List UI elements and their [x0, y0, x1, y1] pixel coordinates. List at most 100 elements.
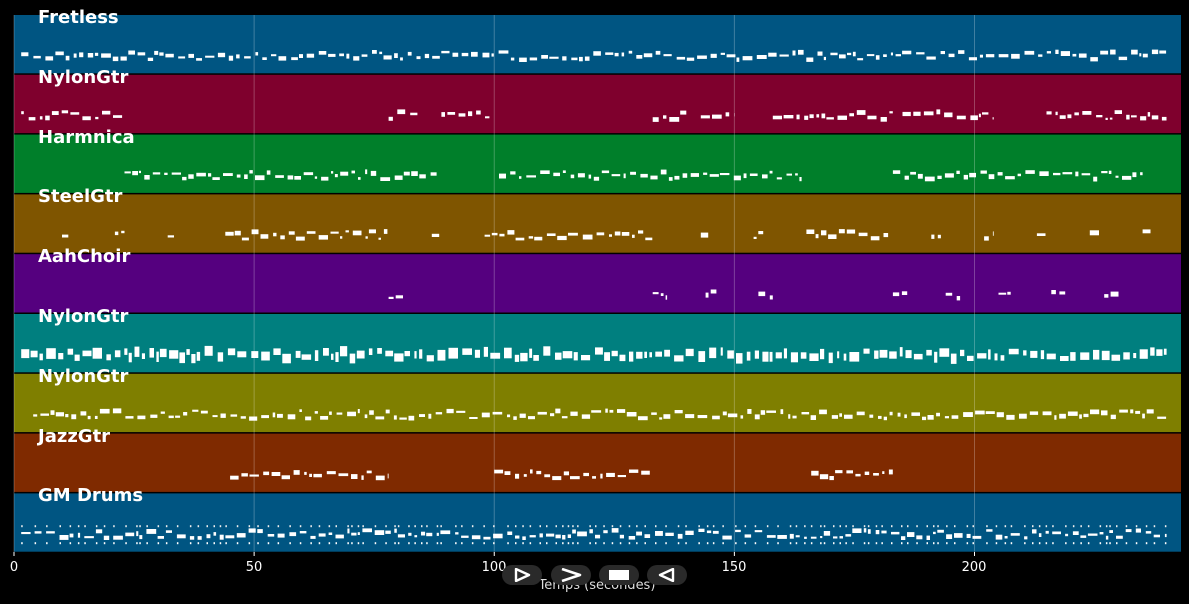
note [33, 414, 38, 417]
note [996, 412, 1004, 418]
note [374, 530, 385, 535]
note [562, 535, 566, 540]
note [1135, 528, 1141, 533]
note [1025, 170, 1035, 174]
note [867, 542, 870, 545]
note [727, 413, 738, 418]
note [839, 536, 843, 539]
note [183, 412, 188, 416]
note [103, 525, 106, 528]
note [645, 237, 653, 241]
note [623, 173, 626, 179]
note [1115, 175, 1119, 178]
track-lane [14, 134, 1181, 193]
note [838, 229, 845, 234]
track-label: Fretless [38, 7, 119, 28]
note [150, 414, 158, 418]
note [217, 52, 226, 58]
note [754, 525, 757, 528]
note [310, 535, 316, 539]
note [828, 352, 833, 364]
track-lane [14, 194, 1181, 253]
note [839, 54, 846, 59]
note [419, 349, 423, 359]
note [175, 415, 181, 418]
note [655, 50, 661, 55]
note [988, 174, 995, 180]
note [176, 525, 179, 528]
note [234, 230, 241, 236]
rewind-button[interactable] [647, 565, 687, 585]
note [611, 174, 621, 177]
note [1038, 533, 1042, 537]
note [1104, 294, 1109, 298]
note [273, 348, 281, 355]
note [1145, 531, 1152, 534]
note [783, 115, 794, 119]
note [103, 535, 110, 540]
note [498, 50, 509, 54]
note [910, 171, 916, 175]
stop-button[interactable] [599, 565, 639, 585]
note [1142, 229, 1151, 234]
note [611, 528, 619, 533]
note [357, 542, 360, 545]
note [366, 470, 372, 474]
note [902, 50, 912, 55]
note [189, 525, 192, 528]
fast-forward-button[interactable] [551, 565, 591, 585]
note [213, 532, 217, 536]
note [1024, 50, 1035, 55]
note [611, 525, 614, 528]
note [471, 525, 474, 528]
note [139, 542, 141, 545]
note [719, 173, 730, 176]
track-label: GM Drums [38, 485, 144, 507]
note [113, 542, 115, 545]
note [946, 525, 948, 528]
note [700, 115, 710, 119]
note [1042, 411, 1052, 416]
note [867, 115, 877, 120]
note [267, 525, 270, 528]
note [1145, 542, 1148, 545]
note [902, 111, 911, 117]
note [1139, 53, 1142, 57]
note [334, 174, 338, 178]
note [875, 525, 878, 528]
note [712, 114, 722, 119]
note [144, 175, 150, 180]
note [982, 112, 989, 115]
note [798, 49, 804, 55]
note [408, 415, 415, 421]
note [589, 542, 591, 545]
note [1140, 172, 1143, 176]
note [933, 542, 935, 545]
note [1142, 53, 1148, 58]
note [881, 530, 887, 534]
note [644, 542, 646, 545]
note [1059, 291, 1066, 295]
play-button[interactable] [502, 565, 542, 585]
note [905, 350, 912, 359]
note [176, 542, 179, 545]
note [629, 469, 639, 473]
note [685, 348, 694, 357]
note [873, 473, 879, 476]
note [280, 235, 285, 240]
note [1125, 529, 1132, 533]
note [839, 525, 841, 528]
note [855, 473, 861, 477]
note [383, 55, 392, 60]
note [875, 542, 878, 545]
note [430, 172, 437, 176]
note [1125, 525, 1128, 528]
note [281, 475, 290, 480]
note [954, 533, 963, 538]
note [165, 530, 172, 533]
note [1010, 533, 1020, 536]
note [572, 542, 574, 545]
note [329, 411, 332, 415]
note [555, 542, 557, 545]
note [513, 416, 517, 420]
